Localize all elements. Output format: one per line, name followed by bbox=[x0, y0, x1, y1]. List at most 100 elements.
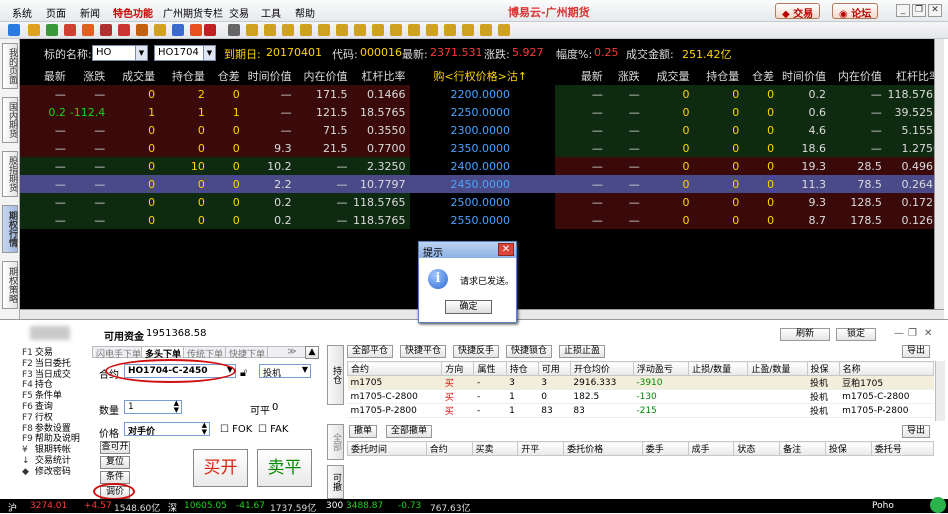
close-all-button[interactable]: 全部平仓 bbox=[347, 345, 394, 358]
option-chain-row[interactable]: — —0 0 0 0.2—118.5765 2500.0000— —0 0 0 9.3 128.5 0… bbox=[20, 193, 944, 211]
orders-col-header[interactable]: 买卖 bbox=[471, 441, 519, 456]
cancel-order-button[interactable]: 撤单 bbox=[349, 425, 378, 438]
positions-col-header[interactable]: 可用 bbox=[537, 361, 571, 376]
orders-col-header[interactable]: 委手 bbox=[641, 441, 689, 456]
cup-icon[interactable] bbox=[204, 24, 216, 36]
hedge-select[interactable]: 投机 ▼ bbox=[259, 364, 311, 379]
menu-news[interactable]: 新闻 bbox=[80, 5, 100, 20]
min60-icon[interactable] bbox=[462, 24, 474, 36]
tab-option-strategy[interactable]: 期权策略 bbox=[2, 261, 18, 309]
year-icon[interactable] bbox=[336, 24, 348, 36]
panel-collapse-icon[interactable]: ▲ bbox=[305, 346, 319, 359]
panel-restore-icon[interactable]: ❐ bbox=[908, 328, 917, 339]
strike-price-cell[interactable]: 2200.0000 bbox=[409, 85, 556, 103]
pen-icon[interactable] bbox=[118, 24, 130, 36]
option-chain-row[interactable]: — —0 0 0 2.2—10.7797 2450.0000— —0 0 0 11.3 78.5 0.… bbox=[20, 175, 944, 193]
tab-my-page[interactable]: 我的页面 bbox=[2, 43, 18, 89]
positions-col-header[interactable]: 浮动盈亏 bbox=[632, 361, 690, 376]
lock-icon[interactable]: 🔓︎ bbox=[240, 366, 247, 380]
option-chain-row[interactable]: — —0 0 0—71.5 0.3550 2300.0000— —0 0 0 4.6—5.1555 bbox=[20, 121, 944, 139]
spinner-icon[interactable]: ▲ ▼ bbox=[174, 400, 179, 414]
dialog-close-icon[interactable]: ✕ bbox=[498, 243, 514, 256]
min30-icon[interactable] bbox=[444, 24, 456, 36]
strike-price-cell[interactable]: 2450.0000 bbox=[409, 175, 556, 193]
tab-index-futures[interactable]: 股指期货 bbox=[2, 151, 18, 197]
menu-page[interactable]: 页面 bbox=[46, 5, 66, 20]
min1-icon[interactable] bbox=[354, 24, 366, 36]
orders-col-header[interactable]: 委托号 bbox=[870, 441, 935, 456]
export-positions-button[interactable]: 导出 bbox=[902, 345, 931, 358]
link-icon[interactable] bbox=[172, 24, 184, 36]
grid-icon[interactable] bbox=[228, 24, 240, 36]
position-row[interactable]: m1705 买 -3 3 2916.333 -3910 投机 豆粕1705 bbox=[347, 375, 934, 390]
lock-button[interactable]: 锁定 bbox=[836, 328, 876, 341]
min5-icon[interactable] bbox=[390, 24, 402, 36]
close-icon[interactable]: ✕ bbox=[928, 4, 942, 17]
qty-input[interactable]: 1 ▲ ▼ bbox=[124, 400, 182, 414]
side-tab-all[interactable]: 全部 bbox=[327, 424, 344, 460]
min10-icon[interactable] bbox=[408, 24, 420, 36]
contract-select[interactable]: HO1704 ▼ bbox=[154, 45, 216, 61]
orders-col-header[interactable]: 开平 bbox=[517, 441, 565, 456]
tab-flash-order[interactable]: 闪电手下单 bbox=[92, 346, 146, 360]
panel-close-icon[interactable]: ✕ bbox=[924, 328, 932, 339]
menu-trade[interactable]: 交易 bbox=[229, 5, 249, 20]
strike-price-cell[interactable]: 2500.0000 bbox=[409, 193, 556, 211]
tool-icon[interactable] bbox=[154, 24, 166, 36]
positions-col-header[interactable]: 方向 bbox=[441, 361, 475, 376]
orders-col-header[interactable]: 委托时间 bbox=[347, 441, 427, 456]
tab-traditional-order[interactable]: 传统下单 bbox=[183, 346, 228, 360]
option-chain-row[interactable]: 0.2 -112.4 1 1 1—121.5 18.5765 2250.0000— —0 0 0 0… bbox=[20, 103, 944, 121]
season-icon[interactable] bbox=[318, 24, 330, 36]
min3-icon[interactable] bbox=[372, 24, 384, 36]
dialog-ok-button[interactable]: 确定 bbox=[445, 300, 492, 314]
tab-quick-order[interactable]: 快捷下单 bbox=[225, 346, 270, 360]
min15-icon[interactable] bbox=[426, 24, 438, 36]
position-row[interactable]: m1705-P-2800 买 -1 83 83 -215 投机 m1705-P-2800 bbox=[347, 403, 934, 418]
orders-col-header[interactable]: 状态 bbox=[733, 441, 781, 456]
strike-price-cell[interactable]: 2400.0000 bbox=[409, 157, 556, 175]
stop-loss-profit-button[interactable]: 止损止盈 bbox=[559, 345, 606, 358]
book-icon[interactable] bbox=[64, 24, 76, 36]
positions-col-header[interactable]: 止损/数量 bbox=[688, 361, 749, 376]
quick-reverse-button[interactable]: 快捷反手 bbox=[453, 345, 500, 358]
strike-price-cell[interactable]: 2350.0000 bbox=[409, 139, 556, 157]
brush-icon[interactable] bbox=[136, 24, 148, 36]
menu-features[interactable]: 特色功能 bbox=[113, 5, 153, 20]
positions-col-header[interactable]: 名称 bbox=[838, 361, 935, 376]
minimize-icon[interactable]: _ bbox=[896, 4, 910, 17]
chart-icon[interactable] bbox=[82, 24, 94, 36]
option-chain-row[interactable]: — —0 2 0—171.5 0.1466 2200.0000— —0 0 0 0.2—118.5… bbox=[20, 85, 944, 103]
buy-open-button[interactable]: 买开 bbox=[193, 449, 248, 487]
menu-tools[interactable]: 工具 bbox=[261, 5, 281, 20]
quote-vertical-scrollbar[interactable] bbox=[934, 39, 944, 309]
orders-col-header[interactable]: 投保 bbox=[824, 441, 872, 456]
menu-help[interactable]: 帮助 bbox=[295, 5, 315, 20]
reset-button[interactable]: 复位 bbox=[100, 456, 130, 469]
menu-system[interactable]: 系统 bbox=[12, 5, 32, 20]
strike-price-cell[interactable]: 2300.0000 bbox=[409, 121, 556, 139]
positions-scrollbar[interactable] bbox=[935, 361, 945, 421]
week-icon[interactable] bbox=[282, 24, 294, 36]
price-input[interactable]: 对手价 ▲ ▼ bbox=[124, 422, 210, 437]
positions-col-header[interactable]: 开仓均价 bbox=[569, 361, 634, 376]
function-key-item[interactable]: ◆ 修改密码 bbox=[22, 464, 71, 477]
orders-col-header[interactable]: 备注 bbox=[779, 441, 826, 456]
positions-col-header[interactable]: 属性 bbox=[473, 361, 507, 376]
trade-button[interactable]: ◆ 交易 bbox=[775, 3, 821, 20]
position-row[interactable]: m1705-C-2800 买 -1 0 182.5 -130 投机 m1705-C-2800 bbox=[347, 389, 934, 404]
sell-close-button[interactable]: 卖平 bbox=[257, 449, 312, 487]
restore-icon[interactable]: ❐ bbox=[912, 4, 926, 17]
side-tab-positions[interactable]: 持仓 bbox=[327, 345, 344, 405]
orders-col-header[interactable]: 委托价格 bbox=[563, 441, 643, 456]
positions-col-header[interactable]: 止盈/数量 bbox=[747, 361, 808, 376]
note-icon[interactable] bbox=[100, 24, 112, 36]
positions-col-header[interactable]: 投保 bbox=[806, 361, 840, 376]
fok-checkbox[interactable]: ☐ FOK bbox=[220, 424, 252, 435]
check-open-button[interactable]: 查可开 bbox=[100, 441, 130, 454]
day-icon[interactable] bbox=[264, 24, 276, 36]
quick-lock-button[interactable]: 快捷锁仓 bbox=[506, 345, 553, 358]
tick-icon[interactable] bbox=[480, 24, 492, 36]
side-tab-cancellable[interactable]: 可撤 bbox=[327, 465, 344, 499]
strike-header[interactable]: 购<行权价格>沽↑ bbox=[410, 67, 556, 85]
